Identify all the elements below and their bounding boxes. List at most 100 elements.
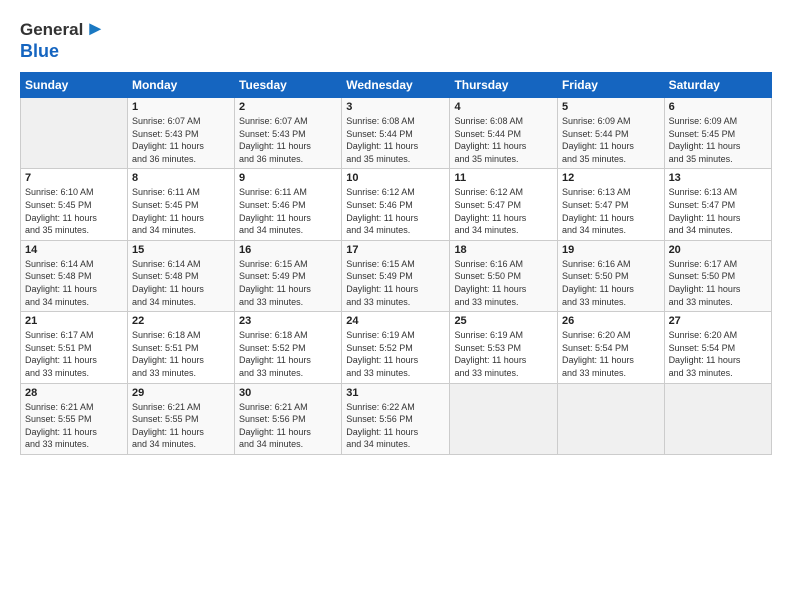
calendar-cell: 28Sunrise: 6:21 AM Sunset: 5:55 PM Dayli… bbox=[21, 383, 128, 454]
day-number: 24 bbox=[346, 315, 445, 327]
day-info: Sunrise: 6:08 AM Sunset: 5:44 PM Dayligh… bbox=[454, 115, 553, 165]
day-info: Sunrise: 6:22 AM Sunset: 5:56 PM Dayligh… bbox=[346, 401, 445, 451]
calendar-cell bbox=[450, 383, 558, 454]
day-number: 5 bbox=[562, 101, 660, 113]
day-info: Sunrise: 6:20 AM Sunset: 5:54 PM Dayligh… bbox=[669, 329, 767, 379]
calendar-cell: 29 Sunrise: 6:21 AM Sunset: 5:55 PM Dayli… bbox=[127, 383, 234, 454]
day-info: Sunrise: 6:15 AM Sunset: 5:49 PM Dayligh… bbox=[346, 258, 445, 308]
calendar-cell: 20 Sunrise: 6:17 AM Sunset: 5:50 PM Dayli… bbox=[664, 240, 771, 311]
day-info: Sunrise: 6:17 AM Sunset: 5:51 PM Dayligh… bbox=[25, 329, 123, 379]
calendar-cell bbox=[557, 383, 664, 454]
logo: General ► Blue bbox=[20, 18, 105, 62]
day-info: Sunrise: 6:11 AM Sunset: 5:45 PM Dayligh… bbox=[132, 186, 230, 236]
day-info: Sunrise: 6:18 AM Sunset: 5:51 PM Dayligh… bbox=[132, 329, 230, 379]
calendar-cell: 10 Sunrise: 6:12 AM Sunset: 5:46 PM Dayli… bbox=[342, 169, 450, 240]
day-number: 27 bbox=[669, 315, 767, 327]
day-number: 13 bbox=[669, 172, 767, 184]
calendar-cell: 7 Sunrise: 6:10 AM Sunset: 5:45 PM Daylig… bbox=[21, 169, 128, 240]
calendar-cell: 14 Sunrise: 6:14 AM Sunset: 5:48 PM Dayli… bbox=[21, 240, 128, 311]
day-info: Sunrise: 6:21 AM Sunset: 5:56 PM Dayligh… bbox=[239, 401, 337, 451]
day-info: Sunrise: 6:12 AM Sunset: 5:46 PM Dayligh… bbox=[346, 186, 445, 236]
day-info: Sunrise: 6:16 AM Sunset: 5:50 PM Dayligh… bbox=[454, 258, 553, 308]
weekday-header-friday: Friday bbox=[557, 73, 664, 98]
logo-arrow-icon: ► bbox=[85, 18, 105, 41]
day-number: 30 bbox=[239, 387, 337, 399]
day-info: Sunrise: 6:07 AM Sunset: 5:43 PM Dayligh… bbox=[132, 115, 230, 165]
weekday-header-thursday: Thursday bbox=[450, 73, 558, 98]
weekday-header-sunday: Sunday bbox=[21, 73, 128, 98]
day-number: 21 bbox=[25, 315, 123, 327]
calendar-cell: 26 Sunrise: 6:20 AM Sunset: 5:54 PM Dayli… bbox=[557, 312, 664, 383]
day-number: 22 bbox=[132, 315, 230, 327]
calendar-cell: 12Sunrise: 6:13 AM Sunset: 5:47 PM Dayli… bbox=[557, 169, 664, 240]
day-number: 4 bbox=[454, 101, 553, 113]
calendar-cell: 11Sunrise: 6:12 AM Sunset: 5:47 PM Dayli… bbox=[450, 169, 558, 240]
calendar: SundayMondayTuesdayWednesdayThursdayFrid… bbox=[20, 72, 772, 455]
day-number: 8 bbox=[132, 172, 230, 184]
day-number: 3 bbox=[346, 101, 445, 113]
day-info: Sunrise: 6:19 AM Sunset: 5:52 PM Dayligh… bbox=[346, 329, 445, 379]
calendar-cell: 2 Sunrise: 6:07 AM Sunset: 5:43 PM Daylig… bbox=[235, 98, 342, 169]
day-number: 12 bbox=[562, 172, 660, 184]
day-info: Sunrise: 6:10 AM Sunset: 5:45 PM Dayligh… bbox=[25, 186, 123, 236]
day-number: 19 bbox=[562, 244, 660, 256]
day-number: 2 bbox=[239, 101, 337, 113]
page: General ► Blue SundayMondayTuesdayWednes… bbox=[0, 0, 792, 612]
day-info: Sunrise: 6:15 AM Sunset: 5:49 PM Dayligh… bbox=[239, 258, 337, 308]
calendar-cell: 15Sunrise: 6:14 AM Sunset: 5:48 PM Dayli… bbox=[127, 240, 234, 311]
calendar-cell: 22 Sunrise: 6:18 AM Sunset: 5:51 PM Dayli… bbox=[127, 312, 234, 383]
calendar-cell: 8 Sunrise: 6:11 AM Sunset: 5:45 PM Daylig… bbox=[127, 169, 234, 240]
calendar-cell: 23Sunrise: 6:18 AM Sunset: 5:52 PM Dayli… bbox=[235, 312, 342, 383]
day-info: Sunrise: 6:17 AM Sunset: 5:50 PM Dayligh… bbox=[669, 258, 767, 308]
day-info: Sunrise: 6:20 AM Sunset: 5:54 PM Dayligh… bbox=[562, 329, 660, 379]
day-number: 20 bbox=[669, 244, 767, 256]
week-row-1: 1 Sunrise: 6:07 AM Sunset: 5:43 PM Daylig… bbox=[21, 98, 772, 169]
calendar-cell: 6Sunrise: 6:09 AM Sunset: 5:45 PM Daylig… bbox=[664, 98, 771, 169]
header: General ► Blue bbox=[20, 18, 772, 62]
day-info: Sunrise: 6:07 AM Sunset: 5:43 PM Dayligh… bbox=[239, 115, 337, 165]
day-number: 18 bbox=[454, 244, 553, 256]
day-info: Sunrise: 6:16 AM Sunset: 5:50 PM Dayligh… bbox=[562, 258, 660, 308]
day-info: Sunrise: 6:14 AM Sunset: 5:48 PM Dayligh… bbox=[25, 258, 123, 308]
calendar-cell: 9 Sunrise: 6:11 AM Sunset: 5:46 PM Daylig… bbox=[235, 169, 342, 240]
weekday-header-wednesday: Wednesday bbox=[342, 73, 450, 98]
day-number: 29 bbox=[132, 387, 230, 399]
calendar-cell bbox=[664, 383, 771, 454]
week-row-5: 28Sunrise: 6:21 AM Sunset: 5:55 PM Dayli… bbox=[21, 383, 772, 454]
calendar-cell: 24 Sunrise: 6:19 AM Sunset: 5:52 PM Dayli… bbox=[342, 312, 450, 383]
week-row-2: 7 Sunrise: 6:10 AM Sunset: 5:45 PM Daylig… bbox=[21, 169, 772, 240]
day-info: Sunrise: 6:14 AM Sunset: 5:48 PM Dayligh… bbox=[132, 258, 230, 308]
calendar-cell: 30 Sunrise: 6:21 AM Sunset: 5:56 PM Dayli… bbox=[235, 383, 342, 454]
calendar-cell: 19 Sunrise: 6:16 AM Sunset: 5:50 PM Dayli… bbox=[557, 240, 664, 311]
calendar-cell: 3 Sunrise: 6:08 AM Sunset: 5:44 PM Daylig… bbox=[342, 98, 450, 169]
day-number: 1 bbox=[132, 101, 230, 113]
day-number: 9 bbox=[239, 172, 337, 184]
calendar-cell: 1 Sunrise: 6:07 AM Sunset: 5:43 PM Daylig… bbox=[127, 98, 234, 169]
week-row-3: 14 Sunrise: 6:14 AM Sunset: 5:48 PM Dayli… bbox=[21, 240, 772, 311]
calendar-cell: 31 Sunrise: 6:22 AM Sunset: 5:56 PM Dayli… bbox=[342, 383, 450, 454]
day-info: Sunrise: 6:13 AM Sunset: 5:47 PM Dayligh… bbox=[669, 186, 767, 236]
calendar-cell: 5Sunrise: 6:09 AM Sunset: 5:44 PM Daylig… bbox=[557, 98, 664, 169]
week-row-4: 21 Sunrise: 6:17 AM Sunset: 5:51 PM Dayli… bbox=[21, 312, 772, 383]
day-info: Sunrise: 6:11 AM Sunset: 5:46 PM Dayligh… bbox=[239, 186, 337, 236]
calendar-cell: 21 Sunrise: 6:17 AM Sunset: 5:51 PM Dayli… bbox=[21, 312, 128, 383]
day-info: Sunrise: 6:21 AM Sunset: 5:55 PM Dayligh… bbox=[132, 401, 230, 451]
day-number: 10 bbox=[346, 172, 445, 184]
day-number: 17 bbox=[346, 244, 445, 256]
day-info: Sunrise: 6:21 AM Sunset: 5:55 PM Dayligh… bbox=[25, 401, 123, 451]
day-info: Sunrise: 6:18 AM Sunset: 5:52 PM Dayligh… bbox=[239, 329, 337, 379]
day-info: Sunrise: 6:08 AM Sunset: 5:44 PM Dayligh… bbox=[346, 115, 445, 165]
day-number: 26 bbox=[562, 315, 660, 327]
calendar-cell bbox=[21, 98, 128, 169]
day-number: 25 bbox=[454, 315, 553, 327]
calendar-cell: 25Sunrise: 6:19 AM Sunset: 5:53 PM Dayli… bbox=[450, 312, 558, 383]
weekday-header-saturday: Saturday bbox=[664, 73, 771, 98]
day-number: 14 bbox=[25, 244, 123, 256]
calendar-cell: 16Sunrise: 6:15 AM Sunset: 5:49 PM Dayli… bbox=[235, 240, 342, 311]
calendar-cell: 27 Sunrise: 6:20 AM Sunset: 5:54 PM Dayli… bbox=[664, 312, 771, 383]
day-number: 7 bbox=[25, 172, 123, 184]
logo-general: General bbox=[20, 20, 83, 40]
calendar-cell: 4 Sunrise: 6:08 AM Sunset: 5:44 PM Daylig… bbox=[450, 98, 558, 169]
calendar-cell: 13 Sunrise: 6:13 AM Sunset: 5:47 PM Dayli… bbox=[664, 169, 771, 240]
day-number: 31 bbox=[346, 387, 445, 399]
